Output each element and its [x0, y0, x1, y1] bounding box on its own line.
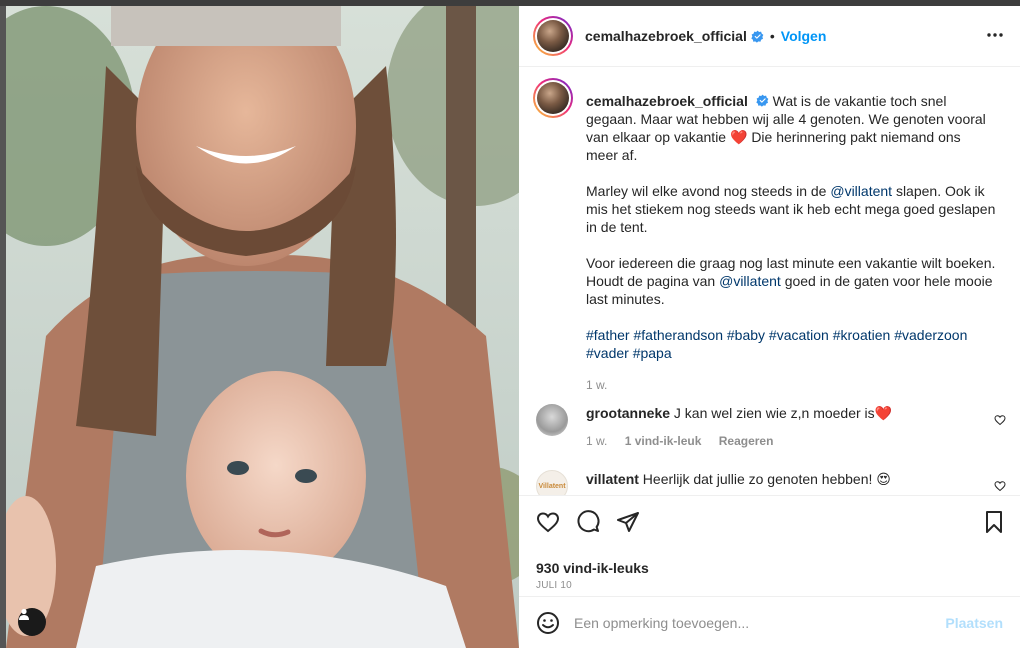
comment-body: grootanneke J kan wel zien wie z,n moede…: [586, 404, 976, 422]
person-icon: [19, 608, 29, 620]
caption-timestamp[interactable]: 1 w.: [586, 376, 996, 394]
avatar-logo-text: Villatent: [538, 482, 566, 490]
follow-button[interactable]: Volgen: [781, 28, 827, 44]
heart-outline-icon[interactable]: [994, 414, 1006, 426]
commenter-avatar[interactable]: Villatent: [536, 470, 568, 495]
photo-illustration: [6, 6, 519, 648]
caption-username[interactable]: cemalhazebroek_official: [586, 93, 748, 109]
post-comment-button[interactable]: Plaatsen: [945, 615, 1003, 631]
post-header: cemalhazebroek_official • Volgen: [519, 6, 1020, 67]
emoji-smiley-icon[interactable]: [536, 611, 560, 635]
comment-like-count[interactable]: 1 vind-ik-leuk: [625, 434, 702, 448]
commenter-avatar[interactable]: [536, 404, 568, 436]
caption-author-avatar[interactable]: [533, 78, 573, 118]
comment-input[interactable]: [574, 614, 924, 631]
reply-button[interactable]: Reageren: [719, 434, 774, 448]
post-date[interactable]: JULI 10: [536, 580, 572, 591]
add-comment-bar: Plaatsen: [519, 596, 1020, 648]
comment-item: grootanneke J kan wel zien wie z,n moede…: [536, 404, 1006, 456]
verified-badge-icon: [751, 30, 764, 43]
post-sidebar: cemalhazebroek_official • Volgen cemalha…: [519, 6, 1020, 648]
comment-meta: 1 w. 1 vind-ik-leuk Reageren: [586, 434, 787, 448]
comment-timestamp[interactable]: 1 w.: [586, 434, 607, 448]
hashtags[interactable]: #father #fatherandson #baby #vacation #k…: [586, 326, 996, 362]
tagged-users-button[interactable]: [18, 608, 46, 636]
save-bookmark-icon[interactable]: [982, 510, 1006, 534]
post-modal: cemalhazebroek_official • Volgen cemalha…: [0, 0, 1020, 648]
author-username[interactable]: cemalhazebroek_official: [585, 28, 747, 44]
comment-text: Heerlijk dat jullie zo genoten hebben!: [642, 471, 873, 487]
commenter-username[interactable]: grootanneke: [586, 405, 670, 421]
author-avatar[interactable]: [533, 16, 573, 56]
smile-emoji: 😍: [876, 471, 891, 487]
comment-bubble-icon[interactable]: [576, 510, 600, 534]
more-options-icon[interactable]: [986, 26, 1004, 44]
post-actions: 930 vind-ik-leuks JULI 10: [519, 495, 1020, 605]
caption-paragraph-2a: Marley wil elke avond nog steeds in de: [586, 183, 827, 199]
caption-text: cemalhazebroek_official Wat is de vakant…: [586, 92, 996, 394]
heart-outline-icon[interactable]: [994, 480, 1006, 492]
header-separator: •: [769, 28, 775, 44]
like-count[interactable]: 930 vind-ik-leuks: [536, 560, 649, 576]
comments-scroll-area[interactable]: cemalhazebroek_official Wat is de vakant…: [519, 68, 1020, 495]
like-heart-icon[interactable]: [536, 510, 560, 534]
comment-text: J kan wel zien wie z,n moeder is: [673, 405, 875, 421]
comment-item: Villatent villatent Heerlijk dat jullie …: [536, 470, 1006, 495]
commenter-username[interactable]: villatent: [586, 471, 639, 487]
comment-body: villatent Heerlijk dat jullie zo genoten…: [586, 470, 976, 488]
post-photo[interactable]: [6, 6, 519, 648]
mention-link[interactable]: @villatent: [719, 273, 781, 289]
verified-badge-icon: [756, 94, 769, 107]
heart-emoji: ❤️: [874, 405, 893, 421]
heart-emoji: ❤️: [729, 129, 748, 145]
share-paper-plane-icon[interactable]: [616, 510, 640, 534]
mention-link[interactable]: @villatent: [830, 183, 892, 199]
